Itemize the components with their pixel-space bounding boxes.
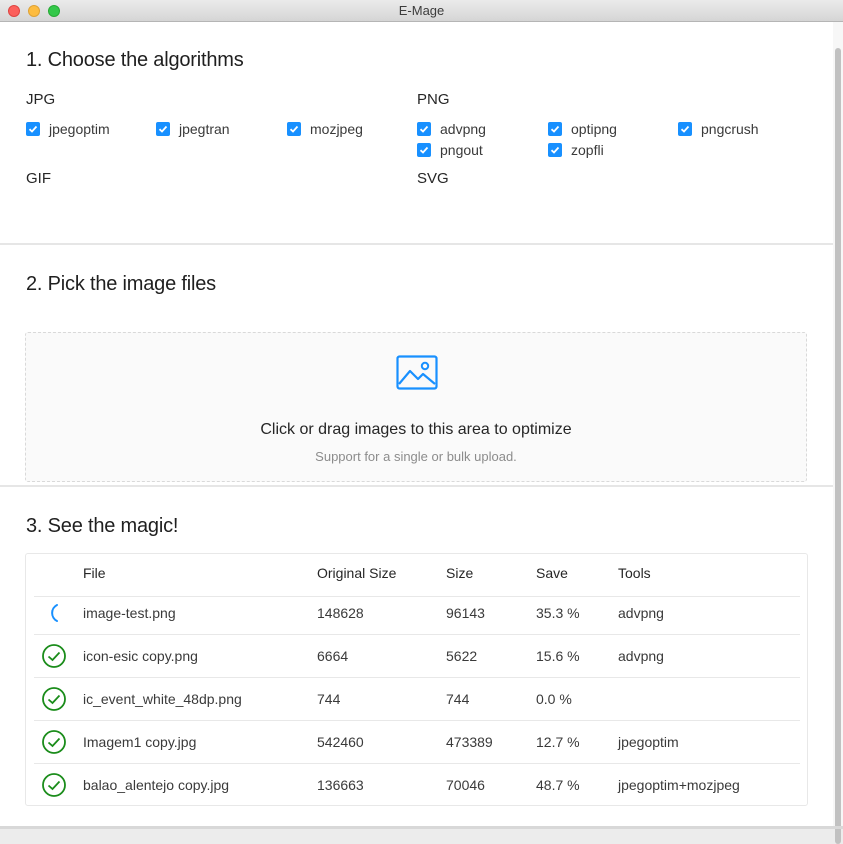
savings: 12.7 % xyxy=(536,734,580,750)
file-name: image-test.png xyxy=(83,605,176,621)
checkbox-pngout[interactable]: pngout xyxy=(417,142,483,158)
optimized-size: 96143 xyxy=(446,605,485,621)
optimized-size: 70046 xyxy=(446,777,485,793)
checkbox-label: pngout xyxy=(440,142,483,158)
checkbox-label: jpegoptim xyxy=(49,121,110,137)
table-row[interactable]: icon-esic copy.png 6664 5622 15.6 % advp… xyxy=(34,635,800,678)
checkbox-optipng[interactable]: optipng xyxy=(548,121,617,137)
checkbox-label: mozjpeg xyxy=(310,121,363,137)
svg-group-title: SVG xyxy=(417,170,449,187)
vertical-scrollbar[interactable] xyxy=(833,22,843,844)
jpg-group-title: JPG xyxy=(26,91,56,108)
tools-used: advpng xyxy=(618,605,664,621)
check-circle-icon xyxy=(42,730,66,754)
optimized-size: 744 xyxy=(446,691,470,707)
column-header-tools[interactable]: Tools xyxy=(618,565,651,581)
tools-used: jpegoptim xyxy=(618,734,679,750)
original-size: 744 xyxy=(317,691,341,707)
file-name: ic_event_white_48dp.png xyxy=(83,691,242,707)
original-size: 136663 xyxy=(317,777,364,793)
checkmark-icon xyxy=(26,122,40,136)
check-circle-icon xyxy=(42,687,66,711)
picture-icon xyxy=(396,355,438,390)
main-content: 1. Choose the algorithms JPG jpegoptim j… xyxy=(0,22,833,826)
original-size: 148628 xyxy=(317,605,364,621)
results-section: 3. See the magic! File Original Size Siz… xyxy=(0,486,833,826)
checkbox-jpegtran[interactable]: jpegtran xyxy=(156,121,230,137)
savings: 15.6 % xyxy=(536,648,580,664)
dropzone-hint: Support for a single or bulk upload. xyxy=(315,449,517,464)
savings: 0.0 % xyxy=(536,691,572,707)
scrollbar-thumb[interactable] xyxy=(835,48,841,844)
optimized-size: 473389 xyxy=(446,734,493,750)
table-header: File Original Size Size Save Tools xyxy=(34,554,800,597)
algorithms-heading: 1. Choose the algorithms xyxy=(26,49,244,71)
title-bar: E-Mage xyxy=(0,0,843,22)
column-header-original-size[interactable]: Original Size xyxy=(317,565,396,581)
checkbox-pngcrush[interactable]: pngcrush xyxy=(678,121,759,137)
checkmark-icon xyxy=(417,122,431,136)
table-row[interactable]: image-test.png 148628 96143 35.3 % advpn… xyxy=(34,592,800,635)
results-heading: 3. See the magic! xyxy=(26,515,179,537)
image-dropzone[interactable]: Click or drag images to this area to opt… xyxy=(25,332,807,482)
tools-used: advpng xyxy=(618,648,664,664)
upload-heading: 2. Pick the image files xyxy=(26,273,216,295)
original-size: 542460 xyxy=(317,734,364,750)
checkbox-zopfli[interactable]: zopfli xyxy=(548,142,604,158)
checkbox-label: pngcrush xyxy=(701,121,759,137)
optimized-size: 5622 xyxy=(446,648,478,664)
gif-group-title: GIF xyxy=(26,170,51,187)
original-size: 6664 xyxy=(317,648,349,664)
checkbox-mozjpeg[interactable]: mozjpeg xyxy=(287,121,363,137)
checkmark-icon xyxy=(156,122,170,136)
check-circle-icon xyxy=(42,644,66,668)
checkmark-icon xyxy=(548,143,562,157)
file-name: icon-esic copy.png xyxy=(83,648,198,664)
table-row[interactable]: Imagem1 copy.jpg 542460 473389 12.7 % jp… xyxy=(34,721,800,764)
column-header-size[interactable]: Size xyxy=(446,565,473,581)
savings: 35.3 % xyxy=(536,605,580,621)
check-circle-icon xyxy=(42,773,66,797)
tools-used: jpegoptim+mozjpeg xyxy=(618,777,740,793)
png-group-title: PNG xyxy=(417,91,450,108)
loading-spinner-icon xyxy=(51,604,58,622)
checkbox-label: optipng xyxy=(571,121,617,137)
file-name: Imagem1 copy.jpg xyxy=(83,734,197,750)
checkbox-jpegoptim[interactable]: jpegoptim xyxy=(26,121,110,137)
table-row[interactable]: ic_event_white_48dp.png 744 744 0.0 % xyxy=(34,678,800,721)
checkmark-icon xyxy=(548,122,562,136)
table-row[interactable]: balao_alentejo copy.jpg 136663 70046 48.… xyxy=(34,764,800,807)
checkbox-label: zopfli xyxy=(571,142,604,158)
dropzone-text: Click or drag images to this area to opt… xyxy=(260,421,572,438)
checkmark-icon xyxy=(678,122,692,136)
results-table: File Original Size Size Save Tools image… xyxy=(25,553,808,806)
file-name: balao_alentejo copy.jpg xyxy=(83,777,230,793)
checkmark-icon xyxy=(417,143,431,157)
savings: 48.7 % xyxy=(536,777,580,793)
checkbox-label: jpegtran xyxy=(179,121,230,137)
checkbox-advpng[interactable]: advpng xyxy=(417,121,486,137)
algorithms-section: 1. Choose the algorithms JPG jpegoptim j… xyxy=(0,22,833,243)
window-title: E-Mage xyxy=(398,3,445,18)
checkbox-label: advpng xyxy=(440,121,486,137)
column-header-save[interactable]: Save xyxy=(536,565,568,581)
column-header-file[interactable]: File xyxy=(83,565,106,581)
checkmark-icon xyxy=(287,122,301,136)
upload-section: 2. Pick the image files Click or drag im… xyxy=(0,244,833,485)
